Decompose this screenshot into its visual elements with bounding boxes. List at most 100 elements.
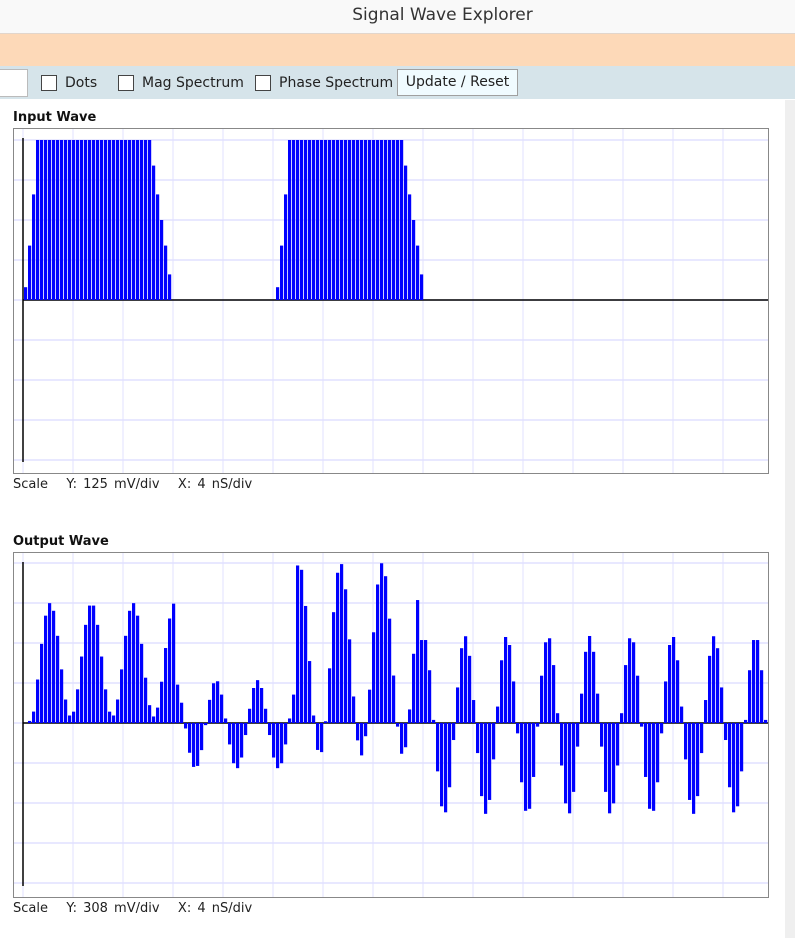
dots-checkbox[interactable]: Dots xyxy=(41,66,97,99)
data-bar xyxy=(152,165,156,300)
data-bar xyxy=(372,140,376,300)
data-bar xyxy=(284,723,288,745)
data-bar xyxy=(116,699,120,723)
data-bar xyxy=(176,684,180,723)
data-bar xyxy=(552,665,556,723)
data-bar xyxy=(412,653,416,723)
data-bar xyxy=(204,723,208,726)
data-bar xyxy=(736,723,740,807)
data-bar xyxy=(612,723,616,804)
data-bar xyxy=(168,618,172,723)
data-bar xyxy=(344,589,348,723)
mag-spectrum-checkbox[interactable]: Mag Spectrum xyxy=(118,66,244,99)
vertical-scrollbar[interactable] xyxy=(785,100,795,938)
data-bar xyxy=(696,723,700,797)
data-bar xyxy=(492,723,496,760)
data-bar xyxy=(84,624,88,723)
data-bar xyxy=(668,645,672,723)
data-bar xyxy=(148,140,152,300)
data-bar xyxy=(88,605,92,723)
data-bar xyxy=(116,140,120,300)
data-bar xyxy=(300,140,304,300)
data-bar xyxy=(400,140,404,300)
data-bar xyxy=(636,675,640,723)
update-reset-button[interactable]: Update / Reset xyxy=(397,69,518,96)
data-bar xyxy=(152,716,156,723)
data-bar xyxy=(392,140,396,300)
data-bar xyxy=(312,140,316,300)
data-bar xyxy=(228,723,232,745)
data-bar xyxy=(336,140,340,300)
data-bar xyxy=(464,636,468,723)
data-bar xyxy=(360,140,364,300)
value-input[interactable] xyxy=(0,69,28,97)
data-bar xyxy=(96,140,100,300)
data-bar xyxy=(596,693,600,723)
data-bar xyxy=(260,687,264,723)
data-bar xyxy=(408,194,412,300)
data-bar xyxy=(76,689,80,723)
checkbox-icon[interactable] xyxy=(255,74,271,91)
data-bar xyxy=(380,140,384,300)
data-bar xyxy=(532,723,536,777)
data-bar xyxy=(156,707,160,723)
data-bar xyxy=(724,723,728,741)
data-bar xyxy=(680,706,684,723)
data-bar xyxy=(420,274,424,300)
data-bar xyxy=(196,723,200,766)
data-bar xyxy=(324,140,328,300)
data-bar xyxy=(316,723,320,750)
data-bar xyxy=(396,723,400,727)
data-bar xyxy=(692,723,696,814)
data-bar xyxy=(188,723,192,753)
data-bar xyxy=(296,565,300,723)
data-bar xyxy=(360,723,364,756)
data-bar xyxy=(284,194,288,300)
data-bar xyxy=(68,715,72,723)
data-bar xyxy=(80,140,84,300)
data-bar xyxy=(660,723,664,734)
data-bar xyxy=(584,651,588,723)
data-bar xyxy=(580,693,584,723)
dots-label: Dots xyxy=(65,74,98,91)
data-bar xyxy=(128,610,132,723)
data-bar xyxy=(460,648,464,723)
data-bar xyxy=(212,683,216,723)
data-bar xyxy=(148,705,152,723)
data-bar xyxy=(512,681,516,723)
data-bar xyxy=(516,723,520,734)
data-bar xyxy=(248,708,252,723)
phase-spectrum-checkbox[interactable]: Phase Spectrum xyxy=(255,66,393,99)
data-bar xyxy=(524,723,528,811)
data-bar xyxy=(40,140,44,300)
phase-spectrum-label: Phase Spectrum xyxy=(279,74,394,91)
checkbox-icon[interactable] xyxy=(41,74,57,91)
checkbox-icon[interactable] xyxy=(118,74,134,91)
data-bar xyxy=(368,689,372,723)
data-bar xyxy=(108,140,112,300)
output-scale-label: Scale Y: 308 mV/div X: 4 nS/div xyxy=(13,901,253,916)
data-bar xyxy=(732,723,736,813)
data-bar xyxy=(164,648,168,723)
data-bar xyxy=(368,140,372,300)
data-bar xyxy=(184,723,188,729)
data-bar xyxy=(352,696,356,723)
data-bar xyxy=(528,723,532,809)
data-bar xyxy=(436,723,440,772)
data-bar xyxy=(400,723,404,754)
data-bar xyxy=(200,723,204,751)
data-bar xyxy=(104,140,108,300)
data-bar xyxy=(420,640,424,723)
data-bar xyxy=(240,723,244,758)
data-bar xyxy=(752,640,756,723)
data-bar xyxy=(448,723,452,788)
data-bar xyxy=(292,694,296,723)
data-bar xyxy=(412,220,416,300)
data-bar xyxy=(644,723,648,777)
data-bar xyxy=(276,287,280,300)
data-bar xyxy=(60,140,64,300)
data-bar xyxy=(760,670,764,723)
data-bar xyxy=(256,680,260,723)
data-bar xyxy=(32,194,36,300)
data-bar xyxy=(32,711,36,723)
